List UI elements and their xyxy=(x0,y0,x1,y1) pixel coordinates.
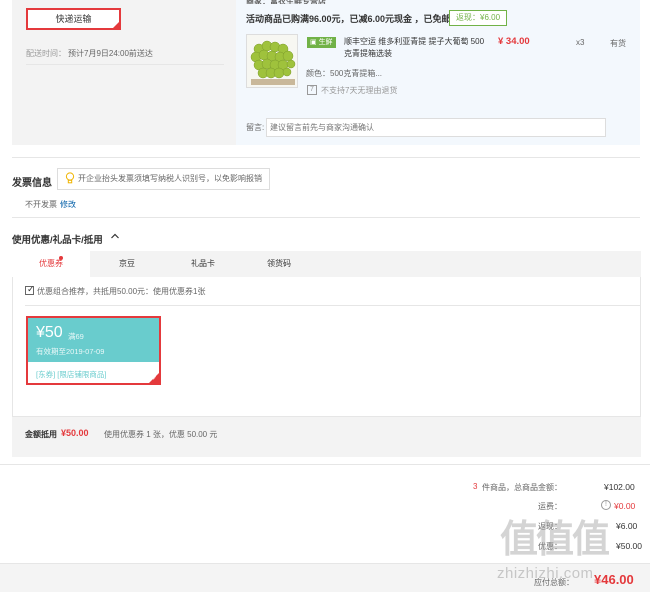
no-return-icon: 7 xyxy=(307,85,317,95)
cashback-value: ¥6.00 xyxy=(616,521,638,531)
tab-jingdou[interactable]: 京豆 xyxy=(88,251,166,277)
coupon-expiry: 有效期至2019-07-09 xyxy=(36,347,105,356)
product-color: 颜色：500克青提箱... xyxy=(306,69,383,78)
divider xyxy=(0,464,650,465)
invoice-tip: 开企业抬头发票须填写纳税人识别号，以免影响报销 xyxy=(57,168,270,190)
combo-checkbox[interactable]: ✓ xyxy=(25,284,35,295)
deduction-label: 金额抵用 xyxy=(25,430,57,439)
item-count: 3 xyxy=(473,482,478,491)
grape-image xyxy=(247,35,297,87)
pay-total-value: ¥46.00 xyxy=(594,572,634,587)
no-return-text: 不支持7天无理由退货 xyxy=(321,86,398,95)
message-label: 留言: xyxy=(246,123,265,132)
divider xyxy=(25,305,640,306)
delivery-time-value: 预计7月9日24:00前送达 xyxy=(68,49,153,58)
coupon-minimum: 满69 xyxy=(68,332,84,341)
tab-gift-card[interactable]: 礼品卡 xyxy=(164,251,242,277)
product-thumbnail[interactable] xyxy=(246,34,298,88)
tab-redeem-code[interactable]: 领货码 xyxy=(240,251,318,277)
seller-name: 商家：富农生鲜专营店 xyxy=(246,0,326,4)
tab-coupon[interactable]: 优惠券 xyxy=(12,251,90,277)
watermark-logo: 值值值 xyxy=(500,519,610,561)
promo-text: 活动商品已购满96.00元，已减6.00元现金 ，已免邮 xyxy=(246,14,451,24)
lightbulb-icon xyxy=(65,172,75,184)
express-shipping-label: 快递运输 xyxy=(55,14,92,24)
shipping-fee-value: ¥0.00 xyxy=(614,501,636,511)
goods-total-value: ¥102.00 xyxy=(604,482,635,492)
cashback-badge: 返现：¥6.00 xyxy=(449,10,508,26)
divider xyxy=(26,64,224,65)
deduction-description: 使用优惠券 1 张，优惠 50.00 元 xyxy=(104,430,218,439)
invoice-edit-link[interactable]: 修改 xyxy=(60,199,76,210)
new-dot-icon xyxy=(59,256,63,260)
product-stock: 有货 xyxy=(610,39,626,48)
product-price: ¥ 34.00 xyxy=(498,36,530,47)
coupon-section-title[interactable]: 使用优惠/礼品卡/抵用 xyxy=(12,232,103,246)
chevron-up-icon[interactable] xyxy=(110,231,120,241)
fresh-tag: ▣ 生鲜 xyxy=(307,37,336,48)
invoice-value: 不开发票 xyxy=(25,200,57,209)
divider xyxy=(12,217,640,218)
checkmark-icon: ✓ xyxy=(152,376,158,382)
discount-value: ¥50.00 xyxy=(616,541,642,551)
product-quantity: x3 xyxy=(576,38,585,47)
coupon-amount: ¥50 xyxy=(36,324,63,341)
goods-total-label: 件商品，总商品金额： xyxy=(482,483,562,492)
invoice-title: 发票信息 xyxy=(12,178,52,189)
checkmark-icon: ✓ xyxy=(27,284,35,294)
divider xyxy=(12,157,640,158)
product-title[interactable]: 顺丰空运 维多利亚青提 提子大葡萄 500克青提箱选装 xyxy=(344,36,489,60)
message-input[interactable] xyxy=(266,118,606,137)
deduction-value: ¥50.00 xyxy=(61,428,89,438)
delivery-time-label: 配送时间： xyxy=(26,49,66,58)
coupon-tags: [东券] [限店铺限商品] xyxy=(36,370,107,379)
watermark-url: zhizhizhi.com xyxy=(497,565,594,582)
combo-recommend-text: 优惠组合推荐，共抵用50.00元：使用优惠券1张 xyxy=(37,287,206,296)
express-shipping-button[interactable]: 快递运输 xyxy=(26,8,121,30)
selected-corner-icon xyxy=(112,21,120,29)
